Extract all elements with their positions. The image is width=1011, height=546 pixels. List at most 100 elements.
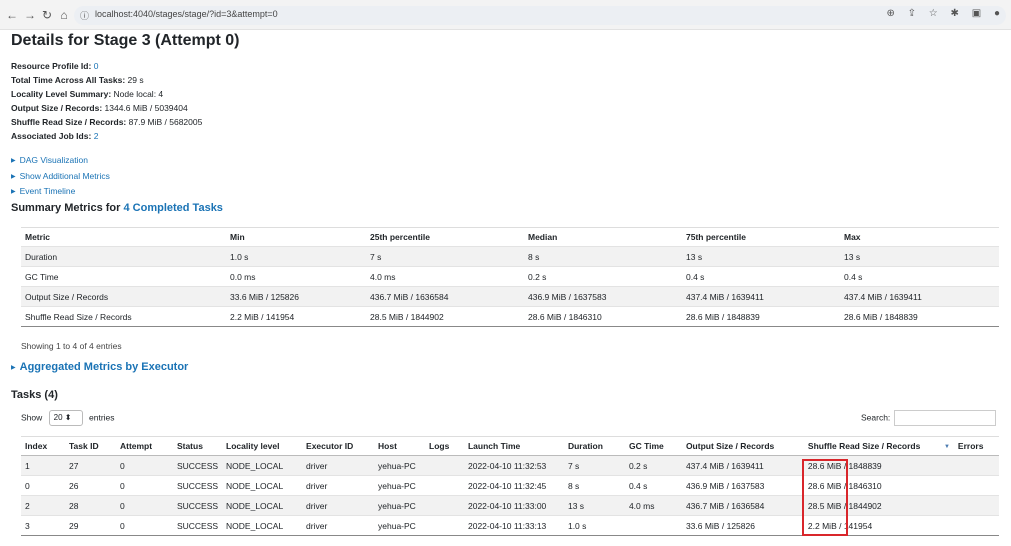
metrics-column-header: Min bbox=[226, 227, 366, 247]
task-cell: NODE_LOCAL bbox=[222, 495, 303, 516]
summary-label: Locality Level Summary: bbox=[11, 89, 112, 99]
task-cell bbox=[425, 495, 464, 516]
search-control: Search: bbox=[861, 410, 997, 426]
metrics-cell: GC Time bbox=[21, 266, 226, 287]
tasks-column-header[interactable]: GC Time bbox=[624, 436, 682, 456]
metrics-cell: 7 s bbox=[366, 246, 524, 267]
tasks-column-header[interactable]: Task ID bbox=[64, 436, 116, 456]
task-cell: 33.6 MiB / 125826 bbox=[681, 515, 804, 536]
toggle-link-show-additional-metrics[interactable]: ▶ Show Additional Metrics bbox=[11, 169, 110, 185]
metrics-cell: 28.6 MiB / 1846310 bbox=[524, 306, 682, 327]
metrics-cell: 13 s bbox=[682, 246, 840, 267]
extensions-icon[interactable]: ✱ bbox=[951, 8, 959, 19]
tasks-column-header[interactable]: Executor ID bbox=[302, 436, 375, 456]
tasks-column-header[interactable]: Output Size / Records bbox=[681, 436, 804, 456]
reload-icon[interactable]: ↻ bbox=[39, 7, 55, 23]
metrics-cell: Duration bbox=[21, 246, 226, 267]
profile-icon[interactable]: ● bbox=[994, 8, 1000, 19]
expand-triangle-icon: ▶ bbox=[11, 189, 16, 195]
task-cell bbox=[953, 515, 999, 536]
site-info-icon[interactable]: ⓘ bbox=[80, 9, 89, 22]
task-cell: 0 bbox=[115, 495, 173, 516]
toggle-links: ▶ DAG Visualization ▶ Show Additional Metri… bbox=[11, 153, 110, 200]
metrics-cell: 28.6 MiB / 1848839 bbox=[840, 306, 999, 327]
metrics-cell: 1.0 s bbox=[226, 246, 366, 267]
task-cell: 2022-04-10 11:33:00 bbox=[463, 495, 564, 516]
url-text[interactable]: localhost:4040/stages/stage/?id=3&attemp… bbox=[95, 9, 278, 19]
toggle-link-event-timeline[interactable]: ▶ Event Timeline bbox=[11, 184, 110, 200]
expand-triangle-icon: ▶ bbox=[11, 173, 16, 180]
home-icon[interactable]: ⌂ bbox=[56, 7, 72, 23]
summary-metrics-table: Metric Min 25th percentile Median 75th perce… bbox=[21, 227, 999, 327]
tasks-heading: Tasks (4) bbox=[11, 389, 58, 401]
task-cell: driver bbox=[302, 515, 375, 536]
star-icon[interactable]: ☆ bbox=[929, 8, 938, 19]
metrics-cell: 13 s bbox=[840, 246, 999, 267]
summary-value: 1344.6 MiB / 5039404 bbox=[104, 103, 188, 113]
task-cell: 0.2 s bbox=[624, 455, 682, 476]
metrics-cell: Shuffle Read Size / Records bbox=[21, 306, 226, 327]
summary-line: Total Time Across All Tasks: 29 s bbox=[11, 73, 202, 87]
page-size-select[interactable]: 20 ⬍ bbox=[48, 410, 83, 426]
task-cell: 0.4 s bbox=[624, 475, 682, 496]
address-bar[interactable]: ⓘ localhost:4040/stages/stage/?id=3&atte… bbox=[74, 6, 1006, 25]
metrics-cell: 0.0 ms bbox=[226, 266, 366, 287]
tasks-column-header[interactable]: Errors bbox=[953, 436, 999, 456]
tasks-column-header[interactable]: Status bbox=[172, 436, 223, 456]
task-cell: 436.9 MiB / 1637583 bbox=[681, 475, 804, 496]
sidebar-icon[interactable]: ▣ bbox=[972, 8, 981, 19]
tasks-column-header[interactable]: Host bbox=[374, 436, 425, 456]
forward-arrow-icon[interactable]: → bbox=[22, 7, 38, 23]
tasks-column-header[interactable]: Index bbox=[21, 436, 65, 456]
completed-tasks-link[interactable]: 4 Completed Tasks bbox=[123, 202, 222, 214]
zoom-icon[interactable]: ⊕ bbox=[886, 8, 894, 19]
metrics-column-header: 25th percentile bbox=[366, 227, 524, 247]
metrics-row: Shuffle Read Size / Records 2.2 MiB / 141… bbox=[21, 306, 999, 327]
tasks-column-header[interactable]: Launch Time bbox=[463, 436, 564, 456]
task-row: 3 29 0 SUCCESS NODE_LOCAL driver yehua-PC 2022-… bbox=[21, 515, 999, 536]
task-cell: SUCCESS bbox=[172, 475, 223, 496]
summary-label: Output Size / Records: bbox=[11, 103, 103, 113]
task-cell: 0 bbox=[115, 455, 173, 476]
metrics-cell: Output Size / Records bbox=[21, 286, 226, 307]
task-cell: 0 bbox=[115, 475, 173, 496]
task-cell: 4.0 ms bbox=[624, 495, 682, 516]
task-cell bbox=[425, 455, 464, 476]
tasks-column-header[interactable]: Duration bbox=[563, 436, 625, 456]
metrics-row: Output Size / Records 33.6 MiB / 125826 43… bbox=[21, 286, 999, 307]
search-input[interactable] bbox=[894, 410, 997, 426]
summary-metrics-heading: Summary Metrics for 4 Completed Tasks bbox=[11, 202, 223, 214]
metrics-cell: 437.4 MiB / 1639411 bbox=[840, 286, 999, 307]
task-cell: driver bbox=[302, 495, 375, 516]
task-cell: SUCCESS bbox=[172, 515, 223, 536]
task-cell: 2 bbox=[21, 495, 65, 516]
aggregated-metrics-toggle[interactable]: ▶ Aggregated Metrics by Executor bbox=[11, 361, 188, 373]
tasks-column-header[interactable]: Attempt bbox=[115, 436, 173, 456]
summary-line: Output Size / Records: 1344.6 MiB / 5039… bbox=[11, 101, 202, 115]
task-cell: 2022-04-10 11:32:45 bbox=[463, 475, 564, 496]
tasks-column-header[interactable]: Locality level bbox=[222, 436, 303, 456]
summary-line: Associated Job Ids: 2 bbox=[11, 129, 202, 143]
share-icon[interactable]: ⇪ bbox=[908, 8, 916, 19]
task-cell: 1 bbox=[21, 455, 65, 476]
tasks-column-header[interactable]: Shuffle Read Size / Records ▼ bbox=[803, 436, 954, 456]
metrics-cell: 0.4 s bbox=[840, 266, 999, 287]
expand-triangle-icon: ▶ bbox=[11, 158, 16, 164]
metrics-cell: 8 s bbox=[524, 246, 682, 267]
task-cell: 7 s bbox=[563, 455, 625, 476]
task-cell: 2022-04-10 11:32:53 bbox=[463, 455, 564, 476]
page-size-control: Show 20 ⬍ entries bbox=[21, 410, 115, 426]
task-cell: driver bbox=[302, 475, 375, 496]
task-cell: NODE_LOCAL bbox=[222, 455, 303, 476]
task-cell: 3 bbox=[21, 515, 65, 536]
summary-value: 29 s bbox=[127, 75, 144, 85]
summary-value[interactable]: 0 bbox=[94, 61, 99, 71]
stage-summary: Resource Profile Id: 0 Total Time Across … bbox=[11, 59, 202, 143]
back-arrow-icon[interactable]: ← bbox=[4, 7, 20, 23]
sort-descending-icon: ▼ bbox=[943, 444, 950, 450]
tasks-column-header[interactable]: Logs bbox=[425, 436, 464, 456]
toggle-link-dag-visualization[interactable]: ▶ DAG Visualization bbox=[11, 153, 110, 169]
summary-value[interactable]: 2 bbox=[94, 131, 99, 141]
task-cell: driver bbox=[302, 455, 375, 476]
task-cell bbox=[624, 515, 682, 536]
